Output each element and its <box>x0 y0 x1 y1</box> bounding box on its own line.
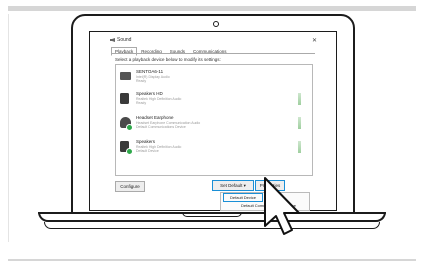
device-list: SENTOA6-11 Intel(R) Display Audio Ready … <box>115 64 313 176</box>
menu-item-default-device[interactable]: Default Device <box>223 193 264 202</box>
laptop-hinge-notch <box>182 212 242 217</box>
mouse-pointer-icon <box>264 177 300 235</box>
volume-level-meter <box>298 117 301 129</box>
speaker-icon <box>120 93 129 104</box>
configure-button[interactable]: Configure <box>115 181 145 192</box>
device-name: SENTOA6-11 <box>136 69 164 74</box>
set-default-label: Set Default <box>220 183 243 188</box>
speaker-icon <box>110 38 115 42</box>
device-name: Headset Earphone <box>136 115 174 120</box>
device-status: Default Communications Device <box>136 125 186 129</box>
top-divider <box>8 6 416 11</box>
device-item[interactable]: SENTOA6-11 Intel(R) Display Audio Ready <box>120 69 305 87</box>
device-item[interactable]: Headset Earphone Headset Earphone Commun… <box>120 115 305 133</box>
left-rule <box>8 14 9 242</box>
laptop-foot <box>44 222 380 229</box>
device-item[interactable]: Speakers HD Realtek High Definition Audi… <box>120 91 305 109</box>
webcam-icon <box>213 21 219 27</box>
close-icon[interactable]: ✕ <box>312 37 317 44</box>
tab-communications[interactable]: Communications <box>189 47 231 56</box>
check-badge-icon <box>126 124 133 131</box>
instruction-text: Select a playback device below to modify… <box>115 57 221 62</box>
monitor-icon <box>120 72 131 80</box>
device-name: Speakers <box>136 139 156 144</box>
check-badge-icon <box>126 148 133 155</box>
laptop-base <box>38 212 386 230</box>
tab-sounds[interactable]: Sounds <box>166 47 189 56</box>
device-status: Ready <box>136 101 147 105</box>
device-status: Ready <box>136 79 147 83</box>
dialog-title-text: Sound <box>117 37 132 43</box>
device-name: Speakers HD <box>136 91 163 96</box>
laptop-lid: Sound ✕ Playback Recording Sounds Commun… <box>71 14 355 214</box>
volume-level-meter <box>298 141 301 153</box>
dialog-title: Sound <box>110 37 131 43</box>
volume-level-meter <box>298 93 301 105</box>
device-status: Default Device <box>136 149 159 153</box>
tab-divider <box>111 53 315 54</box>
bottom-divider <box>8 259 416 261</box>
tab-bar: Playback Recording Sounds Communications <box>111 47 231 56</box>
tab-recording[interactable]: Recording <box>137 47 166 56</box>
tab-playback[interactable]: Playback <box>111 47 138 56</box>
set-default-button[interactable]: Set Default ▾ <box>212 180 254 191</box>
chevron-down-icon: ▾ <box>243 183 246 188</box>
device-item[interactable]: Speakers Realtek High Definition Audio D… <box>120 139 305 157</box>
